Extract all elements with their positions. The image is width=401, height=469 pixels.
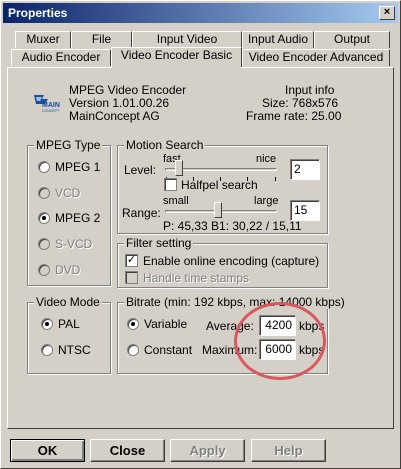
video-mode-legend: Video Mode [34,295,102,309]
variable-radio-dot [131,322,135,326]
mainconcept-logo: MAIN CONCEPT [34,95,60,113]
mpeg1-label[interactable]: MPEG 1 [55,160,100,174]
tab-input-audio[interactable]: Input Audio [242,31,314,48]
bitrate-legend: Bitrate (min: 192 kbps, max: 14000 kbps) [124,295,347,309]
maximum-bitrate-input[interactable]: 6000 [259,339,296,360]
range-max-label: large [254,195,279,207]
level-tick [275,177,276,181]
pal-label[interactable]: PAL [58,317,80,331]
ok-button[interactable]: OK [10,439,85,462]
company-name: MainConcept AG [69,109,160,123]
maximum-unit: kbps [299,343,325,357]
tab-muxer[interactable]: Muxer [15,31,71,48]
tab-input-video[interactable]: Input Video [132,31,242,48]
level-max-label: nice [256,153,277,165]
tab-audio-encoder[interactable]: Audio Encoder [11,49,111,66]
logo-subtext: CONCEPT [42,109,60,113]
motion-search-legend: Motion Search [124,138,206,152]
level-slider-thumb[interactable] [175,160,183,176]
product-version: Version 1.01.00.26 [69,96,170,110]
apply-button[interactable]: Apply [170,439,245,462]
range-info: P: 45,33 B1: 30,22 / 15,11 [163,219,302,233]
video-mode-group: Video Mode [27,295,111,374]
mpeg2-radio-dot [42,216,46,220]
halfpel-checkbox[interactable] [164,178,177,191]
average-bitrate-input[interactable]: 4200 [259,315,296,336]
svcd-radio[interactable] [38,238,50,250]
dvd-radio[interactable] [38,264,50,276]
time-stamps-label[interactable]: Handle time stamps [143,271,249,285]
tab-file[interactable]: File [71,31,132,48]
input-frame-rate: Frame rate: 25.00 [246,109,342,123]
variable-radio[interactable] [127,318,139,330]
mpeg-type-legend: MPEG Type [34,138,103,152]
online-encoding-checkbox[interactable]: ✓ [125,254,138,267]
pal-radio[interactable] [41,318,53,330]
title-bar[interactable]: Properties × [3,3,398,23]
variable-label[interactable]: Variable [144,317,187,331]
constant-label[interactable]: Constant [144,343,192,357]
filter-setting-legend: Filter setting [124,236,194,250]
input-info-title: Input info [285,83,335,97]
ntsc-label[interactable]: NTSC [58,343,91,357]
svcd-label[interactable]: S-VCD [55,237,92,251]
range-min-label: small [163,195,189,207]
average-unit: kbps [299,319,325,333]
input-size: Size: 768x576 [262,96,339,110]
average-label: Average: [206,319,254,333]
time-stamps-checkbox[interactable] [125,271,138,284]
mpeg1-radio[interactable] [38,161,50,173]
ntsc-radio[interactable] [41,344,53,356]
product-name: MPEG Video Encoder [69,83,187,97]
range-value-input[interactable]: 15 [290,200,320,221]
level-value-input[interactable]: 2 [290,159,320,180]
close-button[interactable]: Close [90,439,165,462]
vcd-radio[interactable] [38,187,50,199]
halfpel-label[interactable]: Halfpel search [181,178,258,192]
range-slider-thumb[interactable] [214,202,222,218]
close-window-button[interactable]: × [379,6,395,20]
online-encoding-label[interactable]: Enable online encoding (capture) [143,254,319,268]
bitrate-group: Bitrate (min: 192 kbps, max: 14000 kbps) [117,295,347,374]
window-title: Properties [8,6,68,20]
constant-radio[interactable] [127,344,139,356]
level-label: Level: [124,163,157,177]
mpeg2-radio[interactable] [38,212,50,224]
range-label: Range: [122,206,161,220]
help-button[interactable]: Help [251,439,326,462]
tab-output[interactable]: Output [314,31,390,48]
dvd-label[interactable]: DVD [55,263,80,277]
mpeg2-label[interactable]: MPEG 2 [55,211,100,225]
pal-radio-dot [45,322,49,326]
tab-video-encoder-advanced[interactable]: Video Encoder Advanced [242,49,390,66]
logo-text: MAIN [42,102,60,109]
vcd-label[interactable]: VCD [55,186,80,200]
tab-video-encoder-basic[interactable]: Video Encoder Basic [111,47,242,67]
maximum-label: Maximum: [202,343,258,357]
